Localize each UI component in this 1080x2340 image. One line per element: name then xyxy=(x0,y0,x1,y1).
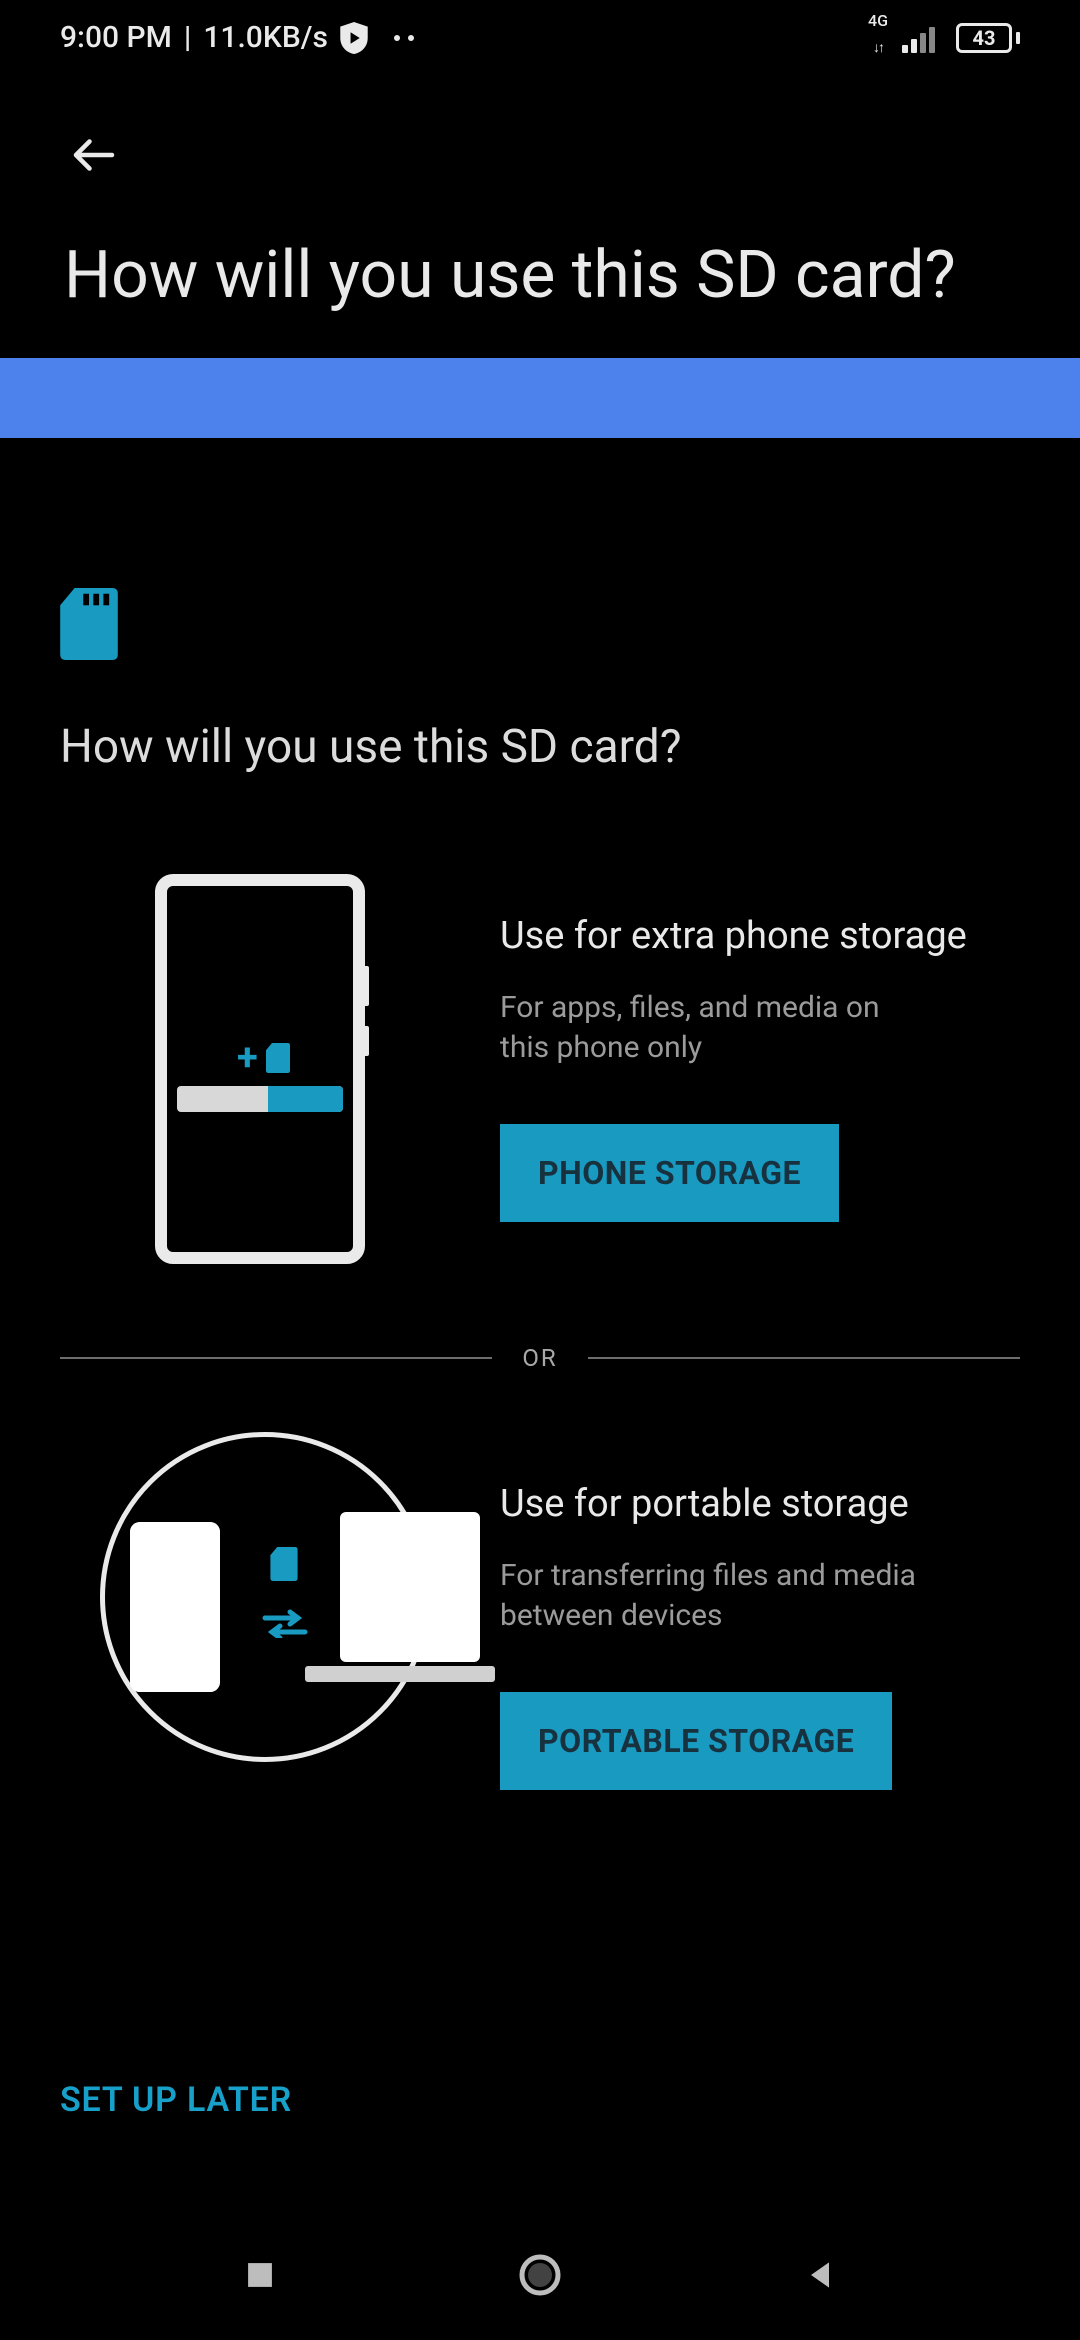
option-portable-storage: Use for portable storage For transferrin… xyxy=(60,1442,1020,1790)
nav-recents-button[interactable] xyxy=(230,2245,290,2305)
or-divider: OR xyxy=(60,1344,1020,1372)
status-separator: | xyxy=(184,20,191,55)
status-right: 4G ↓↑ 43 xyxy=(868,23,1020,53)
nav-home-button[interactable] xyxy=(510,2245,570,2305)
page-title: How will you use this SD card? xyxy=(64,235,1016,318)
option-portable-title: Use for portable storage xyxy=(500,1482,1020,1526)
mini-sd-card-icon xyxy=(270,1547,298,1581)
storage-bar-icon xyxy=(177,1086,343,1112)
mini-sd-card-icon xyxy=(266,1043,290,1073)
status-time: 9:00 PM xyxy=(60,20,172,55)
system-nav-bar xyxy=(0,2210,1080,2340)
content-subheading: How will you use this SD card? xyxy=(60,720,1020,774)
option-phone-description: For apps, files, and media on this phone… xyxy=(500,988,930,1069)
option-portable-description: For transferring files and media between… xyxy=(500,1556,930,1637)
phone-outline-icon: + xyxy=(155,874,365,1264)
square-icon xyxy=(243,2258,277,2292)
status-net-speed: 11.0KB/s xyxy=(203,20,328,55)
network-arrows-icon: ↓↑ xyxy=(873,41,883,55)
laptop-icon xyxy=(330,1512,490,1702)
main-content: How will you use this SD card? + Use for… xyxy=(0,438,1080,2340)
option-phone-storage: + Use for extra phone storage For apps, … xyxy=(60,874,1020,1264)
status-bar: 9:00 PM | 11.0KB/s 4G ↓↑ 43 xyxy=(0,0,1080,75)
plus-icon: + xyxy=(237,1036,258,1080)
small-phone-icon xyxy=(130,1522,220,1692)
shield-play-icon xyxy=(340,22,368,54)
page-header: How will you use this SD card? xyxy=(0,75,1080,358)
circle-icon xyxy=(516,2251,564,2299)
transfer-arrows-icon xyxy=(260,1607,310,1647)
more-dots-icon xyxy=(394,35,414,41)
footer: SET UP LATER xyxy=(60,2080,292,2120)
portable-storage-illustration xyxy=(60,1442,460,1772)
network-type-label: 4G xyxy=(868,13,888,29)
phone-storage-button[interactable]: PHONE STORAGE xyxy=(500,1124,839,1222)
option-phone-title: Use for extra phone storage xyxy=(500,914,1020,958)
nav-back-button[interactable] xyxy=(790,2245,850,2305)
phone-storage-illustration: + xyxy=(60,874,460,1264)
back-button[interactable] xyxy=(64,125,124,185)
battery-percent: 43 xyxy=(973,26,996,50)
setup-later-button[interactable]: SET UP LATER xyxy=(60,2080,292,2120)
sd-card-icon xyxy=(60,588,118,660)
status-left: 9:00 PM | 11.0KB/s xyxy=(60,20,414,55)
portable-storage-button[interactable]: PORTABLE STORAGE xyxy=(500,1692,892,1790)
battery-icon: 43 xyxy=(956,23,1020,53)
signal-icon xyxy=(902,23,942,53)
arrow-left-icon xyxy=(67,128,121,182)
triangle-left-icon xyxy=(802,2257,838,2293)
or-label: OR xyxy=(522,1344,557,1372)
accent-band xyxy=(0,358,1080,438)
